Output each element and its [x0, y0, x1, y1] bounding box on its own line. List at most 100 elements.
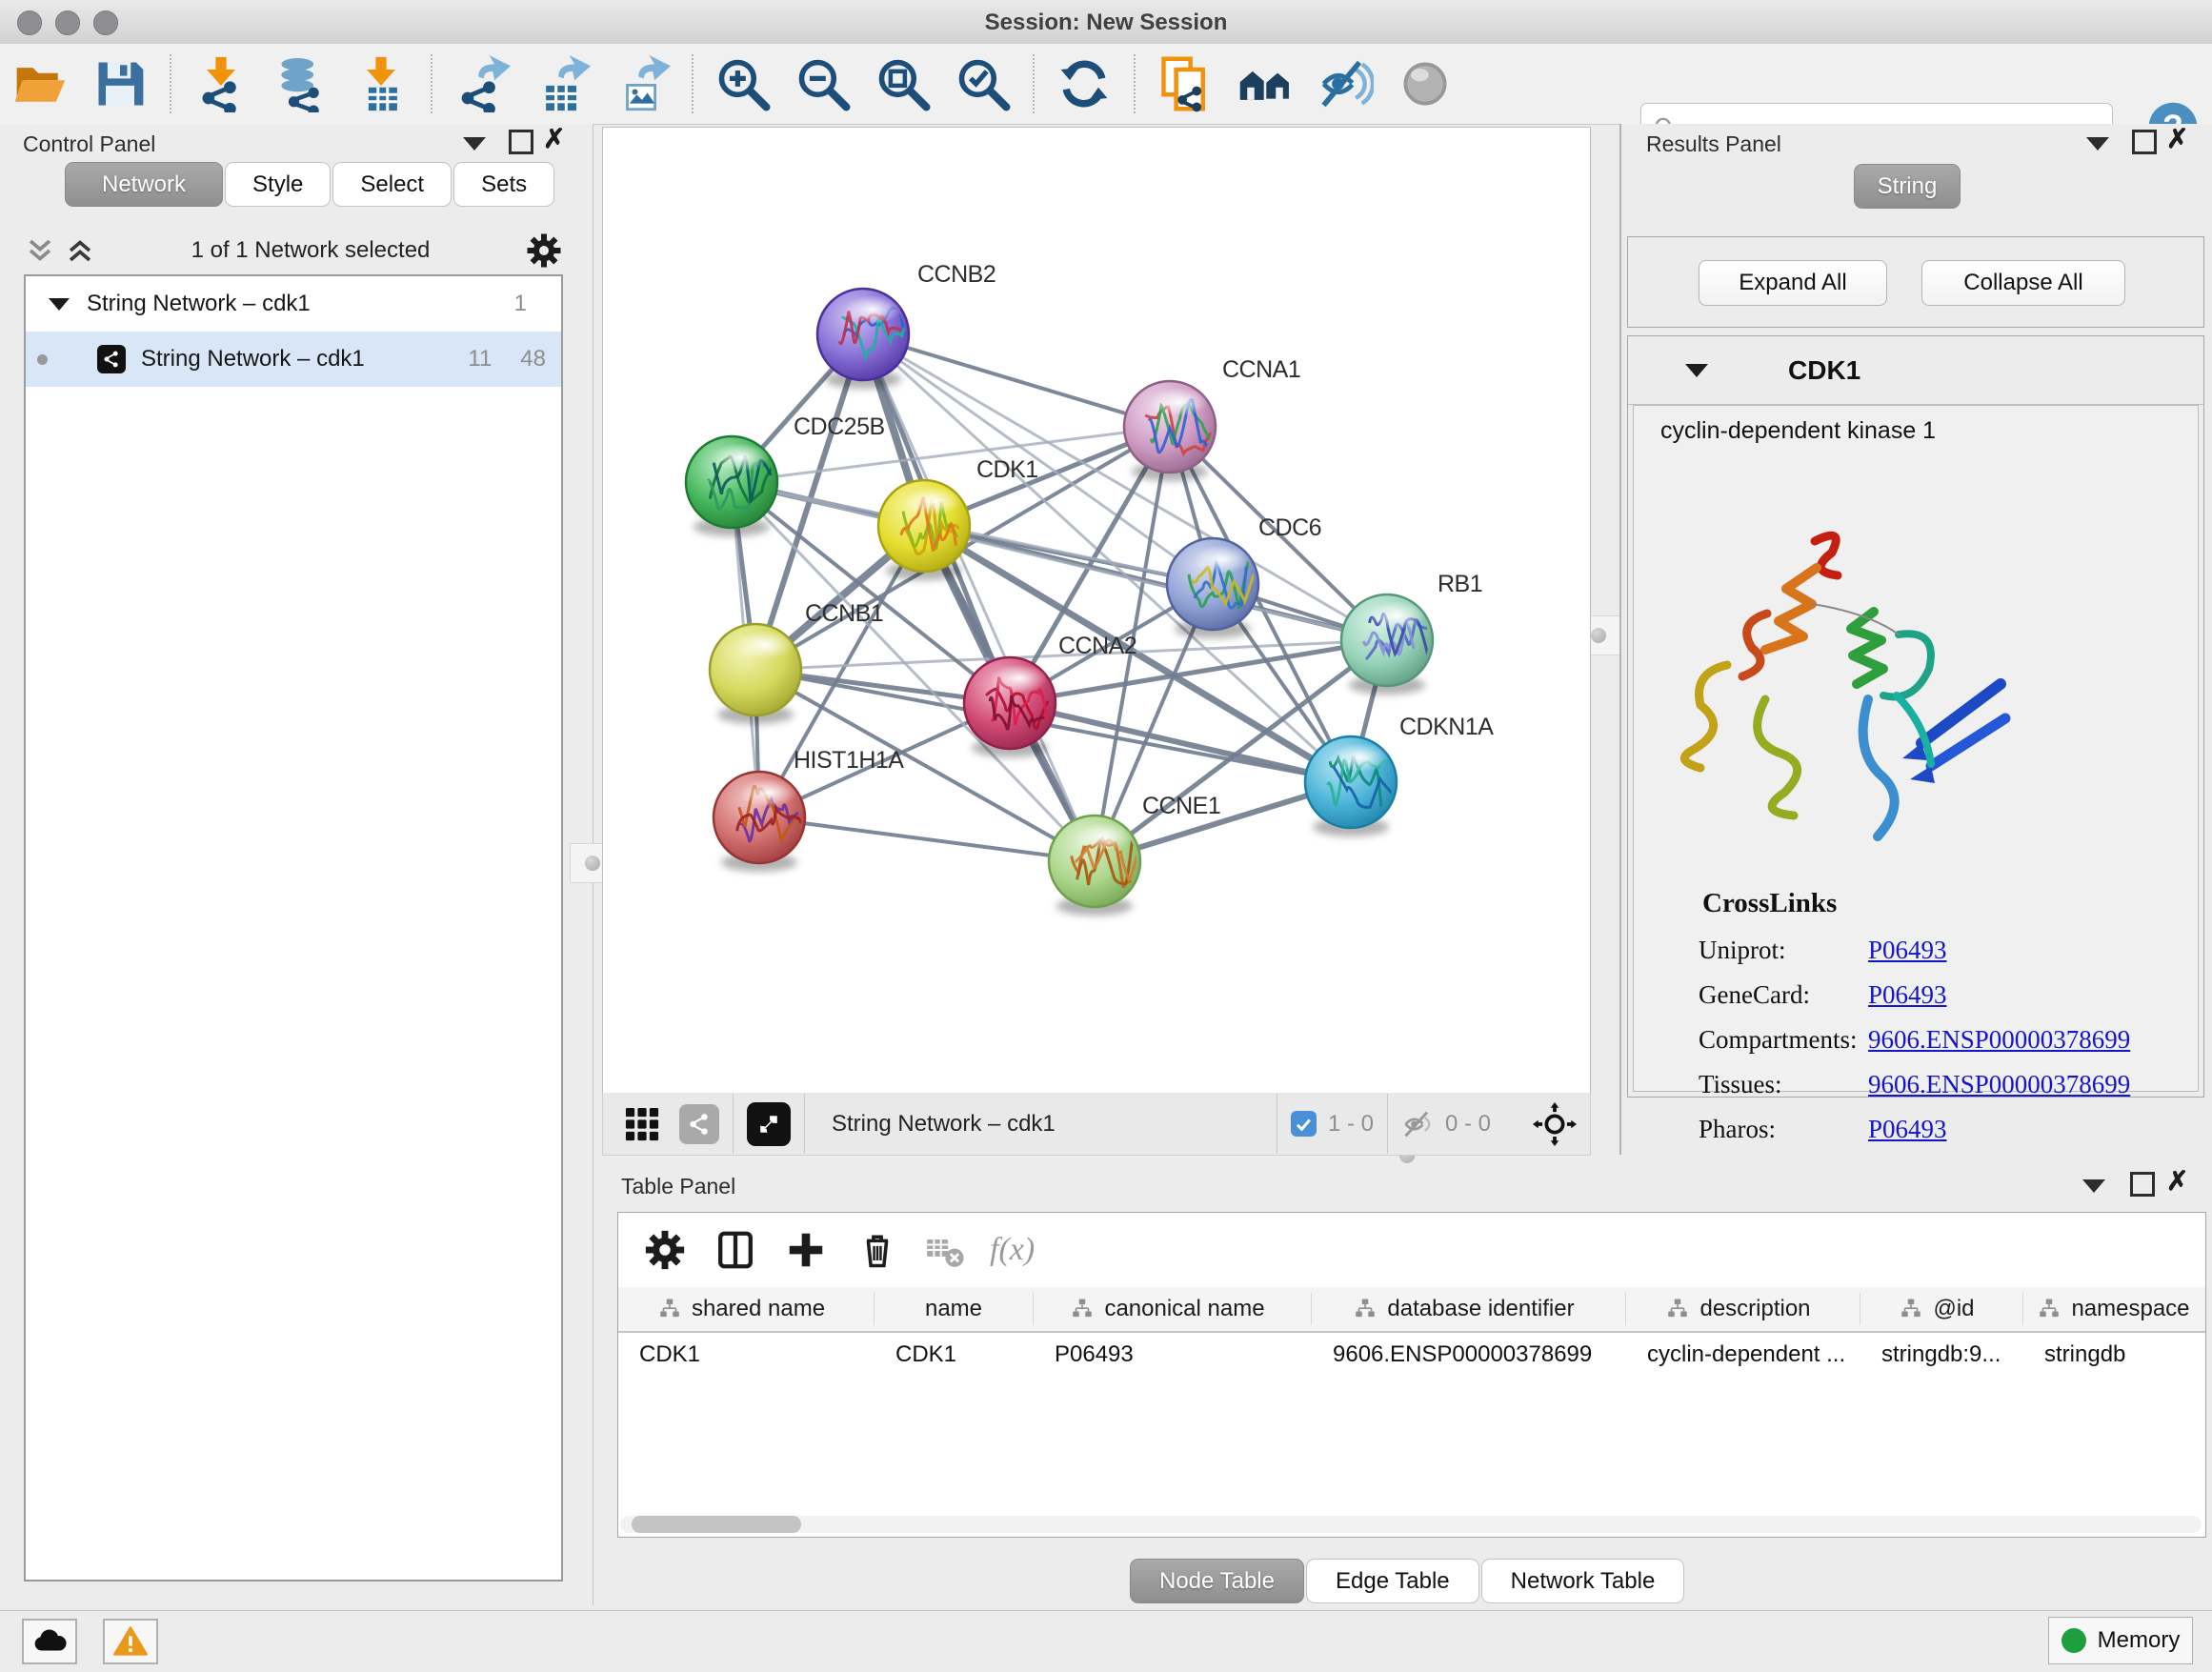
table-row[interactable]: CDK1CDK1P064939606.ENSP00000378699cyclin…	[618, 1333, 2205, 1377]
tab-sets[interactable]: Sets	[453, 162, 554, 207]
export-network-icon[interactable]	[453, 55, 511, 112]
crosslink-link[interactable]: P06493	[1868, 936, 1947, 965]
node-CDC6[interactable]	[1167, 538, 1258, 638]
collapse-panel-icon[interactable]	[2086, 137, 2109, 151]
main-toolbar: ?	[0, 44, 2212, 125]
import-network-file-icon[interactable]	[192, 55, 250, 112]
table-cell[interactable]: CDK1	[875, 1341, 1034, 1368]
tab-node-table[interactable]: Node Table	[1130, 1559, 1304, 1603]
close-panel-icon[interactable]: ✗	[2166, 1172, 2188, 1191]
cloud-button[interactable]	[22, 1619, 77, 1664]
birds-eye-view-icon[interactable]	[747, 1102, 791, 1146]
zoom-selected-icon[interactable]	[955, 55, 1012, 112]
column-header-canonical-name[interactable]: canonical name	[1034, 1293, 1312, 1325]
control-panel-title: Control Panel	[23, 131, 155, 157]
table-cell[interactable]: 9606.ENSP00000378699	[1312, 1341, 1626, 1368]
tab-select[interactable]: Select	[332, 162, 452, 207]
node-CCNB1[interactable]	[710, 624, 801, 724]
column-header-name[interactable]: name	[875, 1293, 1034, 1325]
memory-button[interactable]: Memory	[2048, 1617, 2193, 1664]
float-panel-icon[interactable]	[509, 130, 533, 154]
apply-layout-icon[interactable]	[1056, 55, 1113, 112]
table-options-gear-icon[interactable]	[643, 1228, 687, 1272]
clone-network-icon[interactable]	[1156, 55, 1214, 112]
column-header-shared-name[interactable]: shared name	[618, 1293, 875, 1325]
hide-selected-icon[interactable]	[1317, 55, 1374, 112]
protein-description: cyclin-dependent kinase 1	[1660, 417, 1936, 445]
edge-CCNA2-CDKN1A[interactable]	[1010, 703, 1351, 782]
delete-column-icon[interactable]	[856, 1229, 898, 1271]
grid-view-icon[interactable]	[622, 1104, 662, 1144]
tab-style[interactable]: Style	[225, 162, 331, 207]
first-neighbors-icon[interactable]	[1237, 55, 1294, 112]
node-RB1[interactable]	[1341, 594, 1440, 695]
crosslink-label: Compartments:	[1699, 1025, 1868, 1055]
section-expand-icon[interactable]	[1685, 364, 1708, 377]
export-image-icon[interactable]	[613, 55, 671, 112]
network-list-header: 1 of 1 Network selected	[24, 229, 563, 272]
table-panel-title: Table Panel	[621, 1174, 735, 1199]
selected-checkbox[interactable]	[1291, 1111, 1317, 1137]
import-network-database-icon[interactable]	[272, 55, 330, 112]
collapse-panel-icon[interactable]	[463, 137, 486, 151]
network-canvas[interactable]: CCNB2CCNA1CDC25BCDK1CDC6RB1CCNB1CCNA2CDK…	[602, 127, 1591, 1095]
column-label: database identifier	[1387, 1296, 1574, 1322]
export-table-icon[interactable]	[533, 55, 591, 112]
table-cell[interactable]: CDK1	[618, 1341, 875, 1368]
add-column-icon[interactable]	[784, 1228, 828, 1272]
tab-string[interactable]: String	[1854, 164, 1961, 209]
warning-button[interactable]	[103, 1619, 158, 1664]
edge-CCNB2-CCNA1[interactable]	[863, 334, 1170, 427]
open-session-icon[interactable]	[11, 55, 69, 112]
zoom-out-icon[interactable]	[794, 55, 852, 112]
column-header-namespace[interactable]: namespace	[2023, 1293, 2212, 1325]
tab-edge-table[interactable]: Edge Table	[1306, 1559, 1479, 1603]
node-HIST1H1A[interactable]	[714, 772, 806, 872]
close-panel-icon[interactable]: ✗	[543, 130, 565, 149]
collapse-all-button[interactable]: Collapse All	[1921, 260, 2125, 306]
string-view-icon[interactable]	[679, 1104, 719, 1144]
collection-expand-icon[interactable]	[49, 298, 70, 311]
collapse-panel-icon[interactable]	[2082, 1179, 2105, 1193]
crosslink-link[interactable]: 9606.ENSP00000378699	[1868, 1025, 2130, 1055]
float-panel-icon[interactable]	[2132, 130, 2157, 154]
crosslink-link[interactable]: P06493	[1868, 980, 1947, 1010]
network-collection-row[interactable]: String Network – cdk1 1	[26, 276, 561, 332]
tab-network[interactable]: Network	[65, 162, 223, 207]
network-list: String Network – cdk1 1 String Network –…	[24, 274, 563, 1581]
crosslink-link[interactable]: 9606.ENSP00000378699	[1868, 1070, 2130, 1099]
column-header--id[interactable]: @id	[1860, 1293, 2023, 1325]
edge-CCNE1-HIST1H1A[interactable]	[759, 817, 1095, 861]
protein-section-header[interactable]: CDK1	[1628, 336, 2203, 405]
table-cell[interactable]: cyclin-dependent ...	[1626, 1341, 1860, 1368]
save-session-icon[interactable]	[91, 55, 149, 112]
expand-all-button[interactable]: Expand All	[1699, 260, 1887, 306]
hidden-eye-icon[interactable]	[1401, 1107, 1436, 1141]
column-header-database-identifier[interactable]: database identifier	[1312, 1293, 1626, 1325]
network-row[interactable]: String Network – cdk1 11 48	[26, 332, 561, 387]
zoom-fit-icon[interactable]	[875, 55, 932, 112]
collapse-all-icon[interactable]	[24, 234, 56, 267]
table-cell[interactable]: P06493	[1034, 1341, 1312, 1368]
float-panel-icon[interactable]	[2130, 1172, 2155, 1197]
table-cell[interactable]: stringdb	[2023, 1341, 2212, 1368]
show-columns-icon[interactable]	[714, 1228, 757, 1272]
import-table-icon[interactable]	[352, 55, 410, 112]
node-CCNB2[interactable]	[817, 289, 913, 389]
node-CDKN1A[interactable]	[1305, 736, 1412, 836]
table-horizontal-scrollbar[interactable]	[620, 1516, 2202, 1533]
network-options-gear-icon[interactable]	[525, 232, 563, 270]
tab-network-table[interactable]: Network Table	[1481, 1559, 1685, 1603]
string-network-icon	[97, 345, 126, 373]
close-panel-icon[interactable]: ✗	[2166, 130, 2188, 149]
show-all-icon[interactable]	[1397, 55, 1454, 112]
fit-selected-crosshair-icon[interactable]	[1533, 1102, 1577, 1146]
node-CCNE1[interactable]	[1049, 816, 1140, 916]
edge-CCNB2-CCNE1[interactable]	[863, 334, 1095, 861]
crosslink-link[interactable]: P06493	[1868, 1115, 1947, 1144]
zoom-in-icon[interactable]	[714, 55, 772, 112]
scrollbar-thumb[interactable]	[632, 1516, 801, 1533]
column-header-description[interactable]: description	[1626, 1293, 1860, 1325]
expand-all-icon[interactable]	[64, 234, 96, 267]
table-cell[interactable]: stringdb:9...	[1860, 1341, 2023, 1368]
